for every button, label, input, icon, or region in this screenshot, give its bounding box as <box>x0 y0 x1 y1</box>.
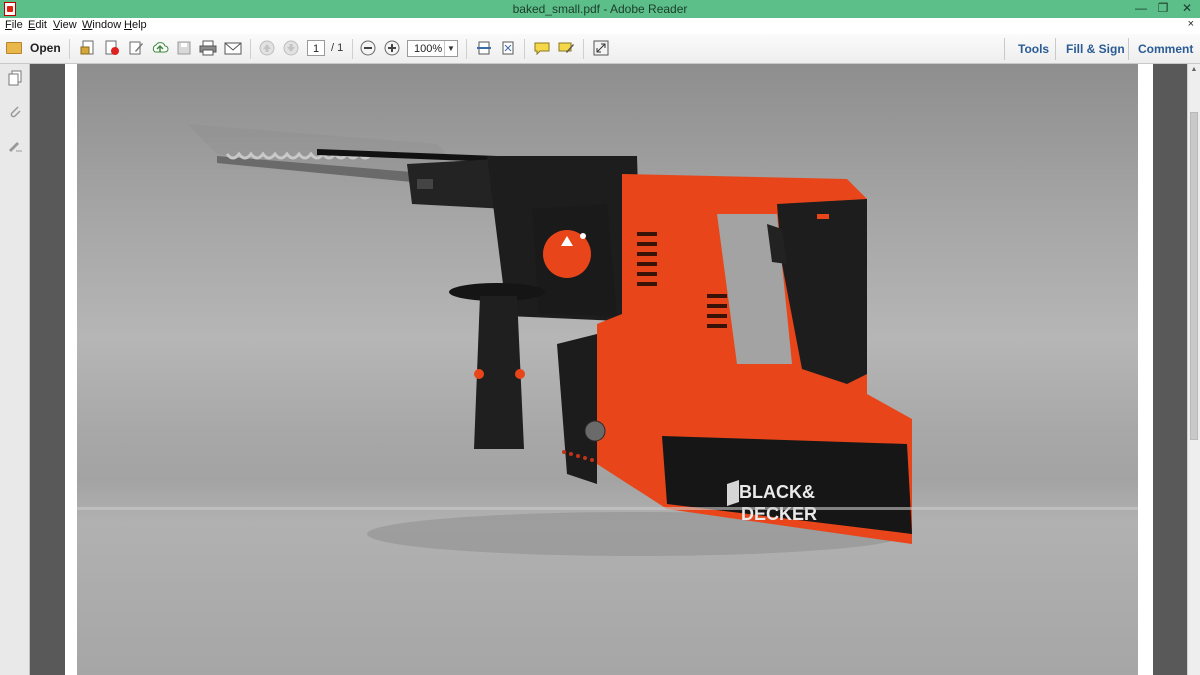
next-page-icon[interactable] <box>281 39 301 57</box>
window-title: baked_small.pdf - Adobe Reader <box>512 2 688 16</box>
tab-fill-sign[interactable]: Fill & Sign <box>1066 42 1125 56</box>
fit-width-icon[interactable] <box>498 39 518 57</box>
tab-comment[interactable]: Comment <box>1138 42 1193 56</box>
page-number-input[interactable]: 1 <box>307 40 325 56</box>
vertical-scrollbar[interactable]: ▲ <box>1187 64 1200 675</box>
toolbar-separator <box>1004 38 1005 60</box>
menu-window[interactable]: Window <box>82 19 121 31</box>
title-bar: baked_small.pdf - Adobe Reader — ❐ ✕ <box>0 0 1200 18</box>
folder-icon <box>6 42 22 54</box>
restore-button[interactable]: ❐ <box>1152 0 1174 18</box>
attachments-icon[interactable] <box>7 104 23 120</box>
print-icon[interactable] <box>198 39 218 57</box>
minimize-button[interactable]: — <box>1130 0 1152 18</box>
email-icon[interactable] <box>223 39 243 57</box>
drill-product-image: BLACK& DECKER <box>77 64 1138 675</box>
zoom-value: 100% <box>414 43 443 55</box>
menu-edit[interactable]: Edit <box>28 19 47 31</box>
previous-page-icon[interactable] <box>257 39 277 57</box>
shelf-edge <box>77 507 1138 510</box>
toolbar-separator <box>69 39 70 59</box>
close-document-icon[interactable]: × <box>1188 18 1194 30</box>
close-button[interactable]: ✕ <box>1176 0 1198 18</box>
edit-pdf-icon[interactable] <box>126 39 146 57</box>
signatures-icon[interactable] <box>7 138 23 154</box>
toolbar-separator <box>1055 38 1056 60</box>
full-screen-icon[interactable] <box>591 39 611 57</box>
export-pdf-icon[interactable] <box>102 39 122 57</box>
toolbar-separator <box>466 39 467 59</box>
create-pdf-icon[interactable] <box>78 39 98 57</box>
menu-bar: File Edit View Window Help × <box>0 18 1200 35</box>
save-icon[interactable] <box>174 39 194 57</box>
scrollbar-thumb[interactable] <box>1190 112 1198 440</box>
toolbar-separator <box>583 39 584 59</box>
scroll-up-icon[interactable]: ▲ <box>1189 66 1199 76</box>
zoom-select[interactable]: 100% ▼ <box>407 40 458 57</box>
drill-illustration: BLACK& DECKER <box>187 124 912 556</box>
chevron-down-icon[interactable]: ▼ <box>444 41 457 56</box>
zoom-out-icon[interactable] <box>358 39 378 57</box>
navigation-panel <box>0 64 30 675</box>
page-total: / 1 <box>331 42 344 54</box>
zoom-in-icon[interactable] <box>382 39 402 57</box>
menu-help[interactable]: Help <box>124 19 147 31</box>
open-button[interactable]: Open <box>6 39 61 57</box>
toolbar-separator <box>352 39 353 59</box>
page-thumbnails-icon[interactable] <box>7 70 23 86</box>
fit-page-icon[interactable] <box>474 39 494 57</box>
open-label: Open <box>30 41 61 55</box>
comment-bubble-icon[interactable] <box>532 39 552 57</box>
brand-logo-line1: BLACK& <box>739 482 815 502</box>
menu-file[interactable]: File <box>5 19 23 31</box>
toolbar-separator <box>250 39 251 59</box>
menu-view[interactable]: View <box>53 19 77 31</box>
tab-tools[interactable]: Tools <box>1018 42 1049 56</box>
toolbar: Open 1 / 1 100% ▼ Tools Fill & Sign Comm… <box>0 34 1200 64</box>
toolbar-separator <box>524 39 525 59</box>
toolbar-separator <box>1128 38 1129 60</box>
highlight-icon[interactable] <box>556 39 576 57</box>
cloud-upload-icon[interactable] <box>150 39 170 57</box>
